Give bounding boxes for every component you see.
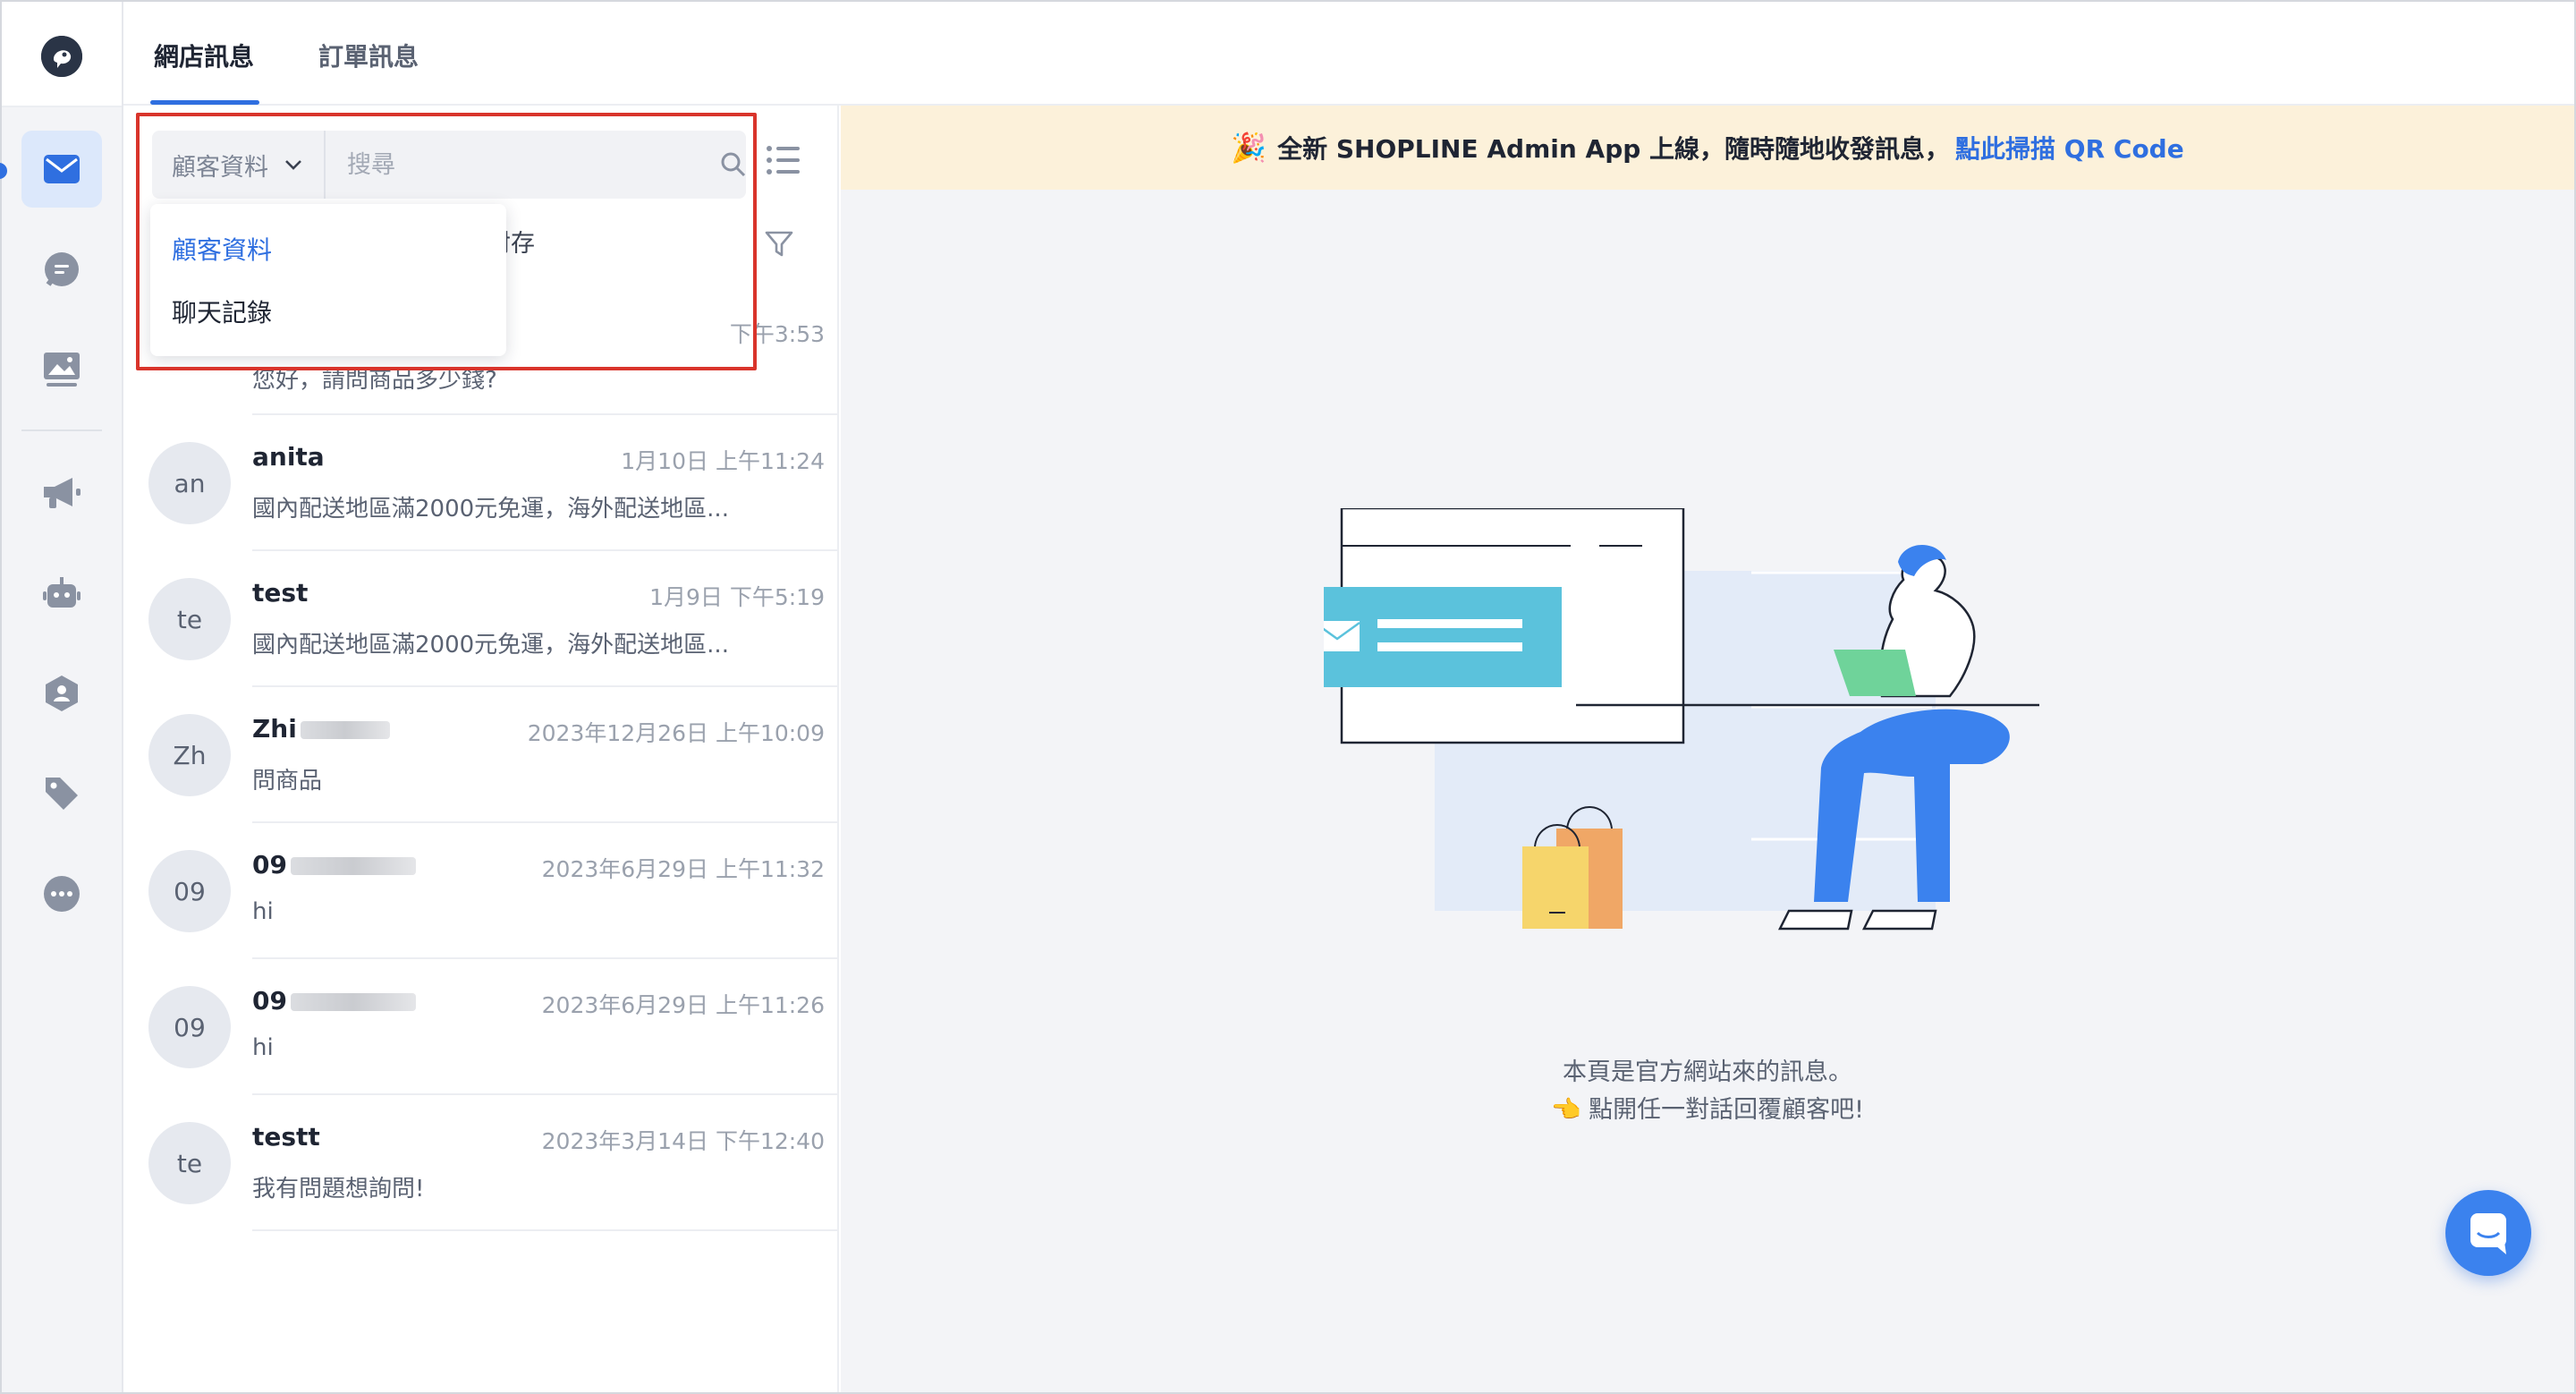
avatar: 09 bbox=[148, 850, 231, 932]
rail-divider bbox=[21, 429, 102, 431]
conversation-name: test bbox=[252, 578, 309, 608]
tags-nav[interactable] bbox=[21, 755, 102, 832]
redacted-blur bbox=[290, 857, 416, 875]
row-separator bbox=[252, 1229, 839, 1231]
conversation-preview: hi bbox=[252, 898, 274, 925]
chat-nav[interactable] bbox=[21, 231, 102, 308]
support-chat-button[interactable] bbox=[2445, 1190, 2531, 1276]
customer-shield-icon bbox=[46, 676, 78, 711]
qr-code-link[interactable]: 點此掃描 QR Code bbox=[1955, 130, 2184, 166]
avatar: an bbox=[148, 442, 231, 524]
conversation-item[interactable]: 09 09 2023年6月29日 上午11:32 hi bbox=[138, 823, 839, 959]
conversation-item[interactable]: Zh Zhi 2023年12月26日 上午10:09 問商品 bbox=[138, 687, 839, 823]
conversation-preview: 國內配送地區滿2000元免運，海外配送地區... bbox=[252, 632, 729, 659]
logo-area bbox=[2, 2, 122, 107]
active-indicator bbox=[0, 163, 7, 179]
redacted-blur bbox=[300, 721, 390, 739]
avatar: te bbox=[148, 578, 231, 660]
conversation-item[interactable]: an anita 1月10日 上午11:24 國內配送地區滿2000元免運，海外配送地… bbox=[138, 415, 839, 551]
filter-icon[interactable] bbox=[764, 229, 794, 259]
conversation-preview: hi bbox=[252, 1034, 274, 1061]
conversation-preview: 國內配送地區滿2000元免運，海外配送地區... bbox=[252, 496, 729, 523]
redacted-blur bbox=[290, 993, 416, 1011]
left-rail bbox=[0, 2, 123, 1392]
red-highlight-box bbox=[136, 113, 757, 370]
main-content: 🎉 全新 SHOPLINE Admin App 上線，隨時隨地收發訊息， 點此掃… bbox=[841, 106, 2574, 1392]
customers-nav[interactable] bbox=[21, 655, 102, 732]
bot-nav[interactable] bbox=[21, 555, 102, 632]
conversation-time: 1月10日 上午11:24 bbox=[621, 448, 825, 474]
conversation-name: testt bbox=[252, 1122, 320, 1152]
list-view-icon[interactable] bbox=[766, 145, 801, 175]
active-tab-underline bbox=[150, 100, 259, 105]
shopline-logo-icon[interactable] bbox=[41, 36, 82, 77]
avatar: Zh bbox=[148, 714, 231, 796]
conversation-time: 2023年6月29日 上午11:32 bbox=[541, 856, 825, 882]
conversation-preview: 問商品 bbox=[252, 768, 323, 795]
conversation-time: 2023年12月26日 上午10:09 bbox=[527, 720, 825, 746]
empty-state-line-1: 本頁是官方網站來的訊息。 bbox=[1563, 1058, 1852, 1086]
megaphone-icon bbox=[44, 478, 80, 508]
tab-order-messages[interactable]: 訂單訊息 bbox=[318, 38, 419, 73]
conversation-time: 1月9日 下午5:19 bbox=[649, 584, 825, 610]
conversation-item[interactable]: te testt 2023年3月14日 下午12:40 我有問題想詢問! bbox=[138, 1095, 839, 1231]
messages-nav[interactable] bbox=[21, 131, 102, 208]
envelope-icon bbox=[44, 155, 80, 183]
robot-icon bbox=[43, 577, 80, 608]
more-icon bbox=[44, 876, 80, 912]
banner-text: 全新 SHOPLINE Admin App 上線，隨時隨地收發訊息， bbox=[1277, 134, 1951, 164]
party-popper-icon: 🎉 bbox=[1231, 131, 1267, 165]
avatar: 09 bbox=[148, 986, 231, 1068]
empty-state-illustration bbox=[1324, 508, 2039, 931]
announcement-banner: 🎉 全新 SHOPLINE Admin App 上線，隨時隨地收發訊息， 點此掃… bbox=[841, 106, 2574, 190]
conversation-preview: 我有問題想詢問! bbox=[252, 1176, 425, 1203]
conversation-time: 2023年3月14日 下午12:40 bbox=[541, 1128, 825, 1154]
top-tabs: 網店訊息 訂單訊息 bbox=[123, 2, 2574, 106]
conversation-name: anita bbox=[252, 442, 325, 472]
avatar: te bbox=[148, 1122, 231, 1204]
conversation-time: 2023年6月29日 上午11:26 bbox=[541, 992, 825, 1018]
more-nav[interactable] bbox=[21, 855, 102, 932]
chat-window-icon bbox=[2470, 1213, 2506, 1254]
empty-state-message: 本頁是官方網站來的訊息。 👈 點開任一對話回覆顧客吧! bbox=[841, 1054, 2574, 1129]
chat-bubble-icon bbox=[45, 252, 79, 286]
conversation-name: 09 bbox=[252, 850, 416, 880]
broadcast-nav[interactable] bbox=[21, 455, 102, 531]
media-nav[interactable] bbox=[21, 331, 102, 408]
tag-icon bbox=[46, 778, 78, 810]
conversation-item[interactable]: 09 09 2023年6月29日 上午11:26 hi bbox=[138, 959, 839, 1095]
conversation-name: Zhi bbox=[252, 714, 390, 744]
conversation-item[interactable]: te test 1月9日 下午5:19 國內配送地區滿2000元免運，海外配送地區..… bbox=[138, 551, 839, 687]
image-gallery-icon bbox=[44, 353, 80, 387]
empty-state-line-2: 👈 點開任一對話回覆顧客吧! bbox=[1550, 1096, 1865, 1124]
conversation-name: 09 bbox=[252, 986, 416, 1016]
tab-shop-messages[interactable]: 網店訊息 bbox=[154, 38, 254, 73]
